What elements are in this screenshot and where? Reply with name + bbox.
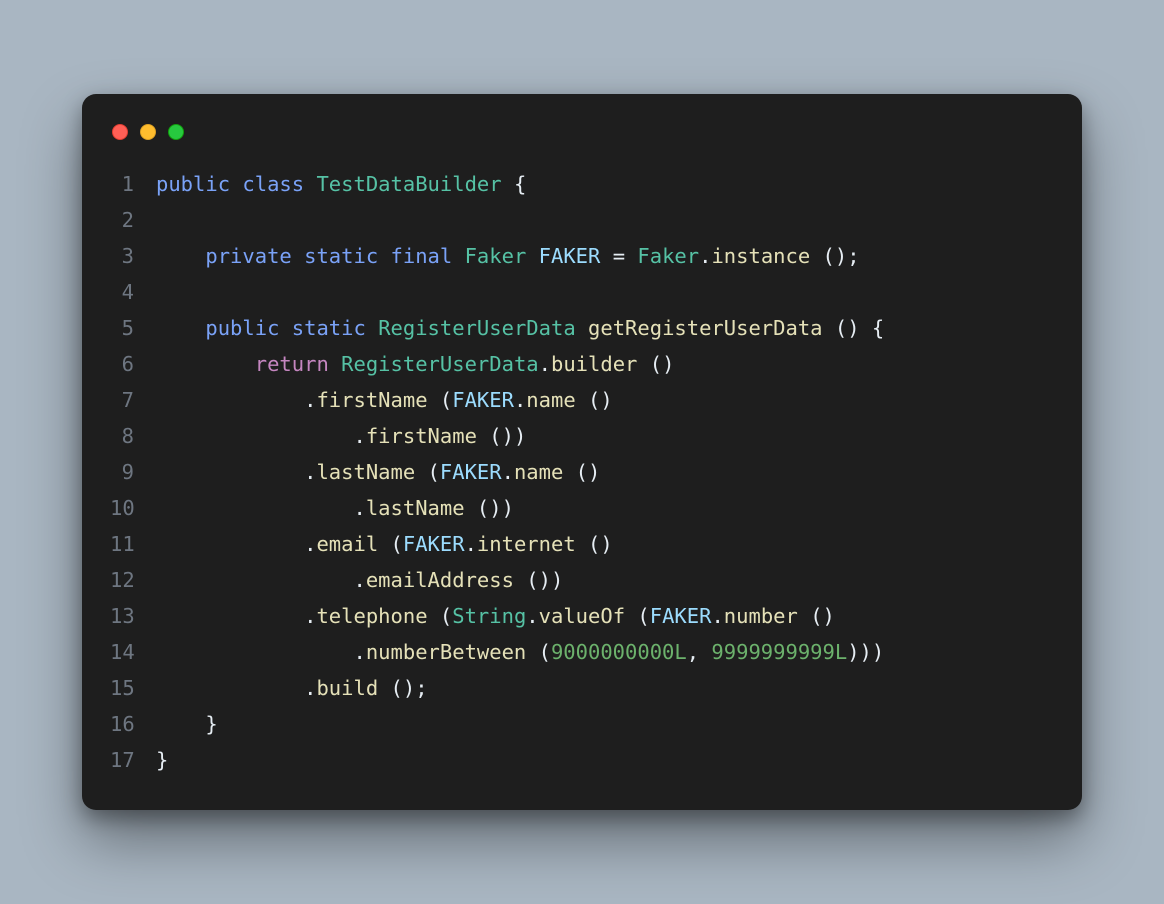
code-text: .email (FAKER.internet () (156, 526, 613, 562)
code-line: 13 .telephone (String.valueOf (FAKER.num… (110, 598, 1054, 634)
line-number: 17 (110, 742, 156, 778)
code-block: 1public class TestDataBuilder {23 privat… (110, 166, 1054, 778)
code-line: 2 (110, 202, 1054, 238)
code-text: .numberBetween (9000000000L, 9999999999L… (156, 634, 884, 670)
code-line: 8 .firstName ()) (110, 418, 1054, 454)
code-text: public class TestDataBuilder { (156, 166, 526, 202)
code-text: .firstName (FAKER.name () (156, 382, 613, 418)
code-line: 14 .numberBetween (9000000000L, 99999999… (110, 634, 1054, 670)
code-text: public static RegisterUserData getRegist… (156, 310, 884, 346)
code-text: .emailAddress ()) (156, 562, 563, 598)
code-line: 6 return RegisterUserData.builder () (110, 346, 1054, 382)
line-number: 15 (110, 670, 156, 706)
line-number: 5 (110, 310, 156, 346)
line-number: 10 (110, 490, 156, 526)
code-line: 17} (110, 742, 1054, 778)
line-number: 14 (110, 634, 156, 670)
code-line: 10 .lastName ()) (110, 490, 1054, 526)
code-text: } (156, 706, 218, 742)
code-line: 15 .build (); (110, 670, 1054, 706)
code-line: 9 .lastName (FAKER.name () (110, 454, 1054, 490)
code-text: .lastName ()) (156, 490, 514, 526)
line-number: 4 (110, 274, 156, 310)
line-number: 7 (110, 382, 156, 418)
code-line: 4 (110, 274, 1054, 310)
line-number: 2 (110, 202, 156, 238)
line-number: 11 (110, 526, 156, 562)
line-number: 1 (110, 166, 156, 202)
code-text: .telephone (String.valueOf (FAKER.number… (156, 598, 835, 634)
line-number: 13 (110, 598, 156, 634)
line-number: 8 (110, 418, 156, 454)
line-number: 9 (110, 454, 156, 490)
code-line: 1public class TestDataBuilder { (110, 166, 1054, 202)
code-text: .firstName ()) (156, 418, 526, 454)
code-text: .build (); (156, 670, 428, 706)
code-line: 12 .emailAddress ()) (110, 562, 1054, 598)
code-window: 1public class TestDataBuilder {23 privat… (82, 94, 1082, 810)
code-text: return RegisterUserData.builder () (156, 346, 674, 382)
line-number: 6 (110, 346, 156, 382)
code-line: 5 public static RegisterUserData getRegi… (110, 310, 1054, 346)
code-text: } (156, 742, 168, 778)
maximize-icon[interactable] (168, 124, 184, 140)
close-icon[interactable] (112, 124, 128, 140)
code-text: .lastName (FAKER.name () (156, 454, 600, 490)
line-number: 12 (110, 562, 156, 598)
code-line: 11 .email (FAKER.internet () (110, 526, 1054, 562)
minimize-icon[interactable] (140, 124, 156, 140)
code-line: 3 private static final Faker FAKER = Fak… (110, 238, 1054, 274)
line-number: 16 (110, 706, 156, 742)
code-text: private static final Faker FAKER = Faker… (156, 238, 860, 274)
line-number: 3 (110, 238, 156, 274)
code-line: 7 .firstName (FAKER.name () (110, 382, 1054, 418)
traffic-lights (110, 118, 1054, 166)
code-line: 16 } (110, 706, 1054, 742)
